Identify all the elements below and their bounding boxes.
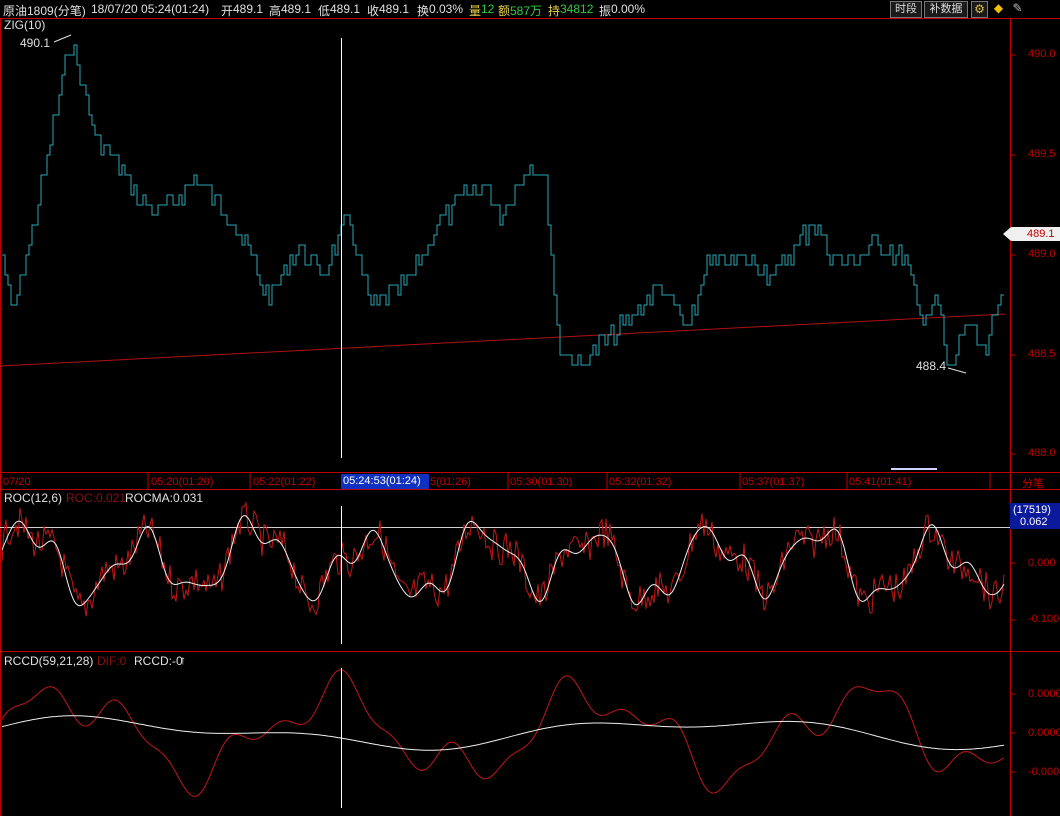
rccd-line — [1, 715, 1005, 751]
price-axis-label: 488.5 — [1028, 348, 1056, 360]
rccd-arrow-icon: ↑ — [180, 653, 186, 667]
time-axis-label: 05:32(01:32) — [609, 476, 672, 488]
peak-price-label: 490.1 — [20, 36, 51, 50]
rccd-axis-label: 0.00005 — [1028, 688, 1060, 700]
roc-axis-label: -0.100 — [1028, 613, 1060, 625]
current-price-value: 489.1 — [1027, 228, 1055, 240]
price-line — [2, 44, 1004, 366]
roc-count-value: (17519) — [1013, 504, 1051, 516]
time-axis-label: 07/20 — [3, 476, 31, 488]
dif-line — [1, 669, 1005, 797]
zig-indicator-label[interactable]: ZIG(10) — [4, 18, 45, 32]
trough-pointer — [947, 367, 967, 374]
roc-indicator-name[interactable]: ROC(12,6) — [4, 491, 62, 505]
price-axis-label: 489.0 — [1028, 248, 1056, 260]
roc-value-label: ROC:0.021 — [66, 491, 127, 505]
time-axis-label: 5(01:26) — [430, 476, 471, 488]
rccd-value-label: RCCD:-0 — [134, 654, 183, 668]
roc-axis-label: 0.000 — [1028, 557, 1056, 569]
zig-trend-line — [0, 313, 1006, 367]
time-axis-label: 05:22(01:22) — [253, 476, 316, 488]
rccd-indicator-name[interactable]: RCCD(59,21,28) — [4, 654, 93, 668]
price-axis-label: 489.5 — [1028, 148, 1056, 160]
roc-line — [1, 501, 1005, 617]
time-axis-label: 05:20(01:20) — [151, 476, 214, 488]
trough-price-label: 488.4 — [916, 359, 947, 373]
rccd-axis-label: 0.00000 — [1028, 727, 1060, 739]
time-axis-label: 05:30(01:30) — [510, 476, 573, 488]
dif-value-label: DIF:0 — [97, 654, 127, 668]
period-label[interactable]: 分笔 — [1022, 475, 1044, 491]
chart-canvas — [0, 18, 1060, 816]
rccd-axis-label: -0.00005 — [1028, 766, 1060, 778]
time-axis-label: 05:37(01:37) — [742, 476, 805, 488]
rocma-value-label: ROCMA:0.031 — [125, 491, 204, 505]
rocma-line — [1, 514, 1005, 607]
price-axis-label: 490.0 — [1028, 48, 1056, 60]
roc-current-value: 0.062 — [1020, 516, 1048, 528]
time-axis-label: 05:41(01:41) — [849, 476, 912, 488]
peak-pointer — [53, 34, 72, 43]
price-axis-label: 488.0 — [1028, 447, 1056, 459]
crosshair-time-value: 05:24:53(01:24) — [343, 475, 421, 487]
